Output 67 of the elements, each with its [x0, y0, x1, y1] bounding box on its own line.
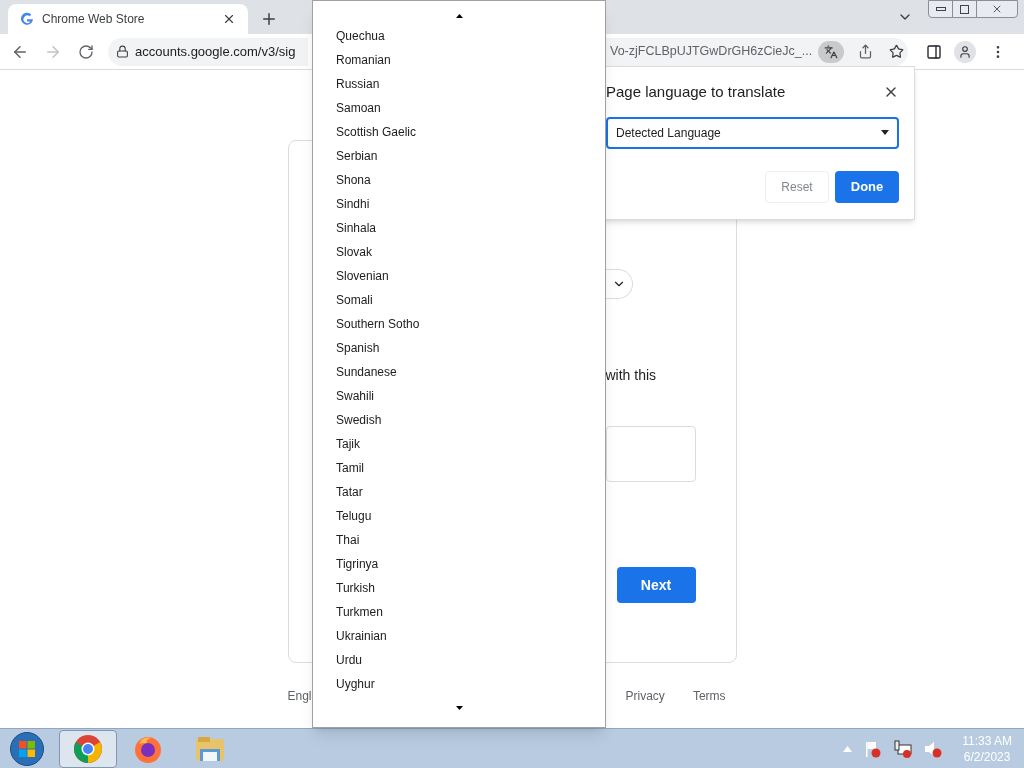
language-option[interactable]: Shona	[336, 168, 420, 192]
language-option[interactable]: Serbian	[336, 144, 420, 168]
side-panel-icon[interactable]	[926, 43, 942, 60]
language-option[interactable]: Tamil	[336, 456, 420, 480]
speaker-muted-icon[interactable]	[924, 739, 943, 758]
date-text: 6/2/2023	[963, 748, 1011, 765]
reload-icon[interactable]	[78, 43, 94, 60]
footer-link[interactable]: Terms	[692, 687, 726, 705]
footer-link[interactable]: Privacy	[625, 687, 665, 705]
language-option[interactable]: Ukrainian	[336, 624, 420, 648]
done-button[interactable]: Done	[835, 170, 899, 203]
lock-icon	[116, 45, 129, 58]
new-tab-icon[interactable]	[260, 10, 278, 28]
chrome-icon	[73, 733, 103, 764]
language-option[interactable]: Turkmen	[336, 600, 420, 624]
close-icon[interactable]	[222, 12, 236, 26]
language-option[interactable]: Somali	[336, 288, 420, 312]
popup-title: Page language to translate	[606, 82, 786, 102]
network-error-icon[interactable]	[894, 739, 913, 758]
language-option[interactable]: Uyghur	[336, 672, 420, 696]
flag-error-icon[interactable]	[864, 739, 883, 758]
share-icon[interactable]	[858, 44, 874, 59]
dropdown-caret-icon	[881, 130, 889, 135]
language-option[interactable]: Urdu	[336, 648, 420, 672]
translate-icon	[824, 44, 839, 59]
scroll-up-arrow-icon[interactable]	[455, 14, 463, 18]
language-option[interactable]: Swahili	[336, 384, 420, 408]
reset-button[interactable]: Reset	[765, 170, 829, 203]
language-option[interactable]: Sindhi	[336, 192, 420, 216]
address-bar[interactable]: accounts.google.com/v3/sig	[108, 37, 308, 66]
language-option[interactable]: Romanian	[336, 48, 420, 72]
tab-title: Chrome Web Store	[42, 11, 146, 28]
language-option[interactable]: Quechua	[336, 24, 420, 48]
person-icon	[958, 44, 972, 59]
language-option[interactable]: Tatar	[336, 480, 420, 504]
browser-tab[interactable]: Chrome Web Store	[8, 4, 248, 34]
language-option[interactable]: Tajik	[336, 432, 420, 456]
language-option[interactable]: Spanish	[336, 336, 420, 360]
language-selector-text[interactable]: Engl	[287, 687, 312, 705]
language-option[interactable]: Slovenian	[336, 264, 420, 288]
taskbar-app[interactable]	[59, 729, 117, 768]
g-logo-icon	[20, 12, 34, 26]
language-option[interactable]: Tigrinya	[336, 552, 420, 576]
language-select[interactable]: Detected Language	[606, 116, 899, 149]
start-button[interactable]	[10, 731, 44, 766]
next-button[interactable]: Next	[616, 567, 696, 603]
language-option[interactable]: Russian	[336, 72, 420, 96]
language-option[interactable]: Samoan	[336, 96, 420, 120]
url-text: Vo-zjFCLBpUJTGwDrGH6zCieJc_...	[610, 43, 813, 61]
body-text: with this	[605, 366, 658, 385]
language-option[interactable]: Thai	[336, 528, 420, 552]
translate-button[interactable]	[818, 40, 845, 63]
language-option[interactable]: Sundanese	[336, 360, 420, 384]
close-icon	[991, 3, 1003, 15]
bookmark-star-icon[interactable]	[889, 44, 905, 59]
profile-avatar[interactable]	[954, 40, 976, 63]
language-option[interactable]: Swedish	[336, 408, 420, 432]
url-text: accounts.google.com/v3/sig	[135, 42, 296, 61]
time-text: 11:33 AM	[962, 732, 1012, 749]
windows-logo-icon	[18, 739, 36, 758]
language-option[interactable]: Telugu	[336, 504, 420, 528]
language-option[interactable]: Southern Sotho	[336, 312, 420, 336]
language-option[interactable]: Scottish Gaelic	[336, 120, 420, 144]
language-option[interactable]: Turkish	[336, 576, 420, 600]
language-option[interactable]: Slovak	[336, 240, 420, 264]
language-option[interactable]: Sinhala	[336, 216, 420, 240]
scroll-down-arrow-icon[interactable]	[455, 706, 463, 710]
